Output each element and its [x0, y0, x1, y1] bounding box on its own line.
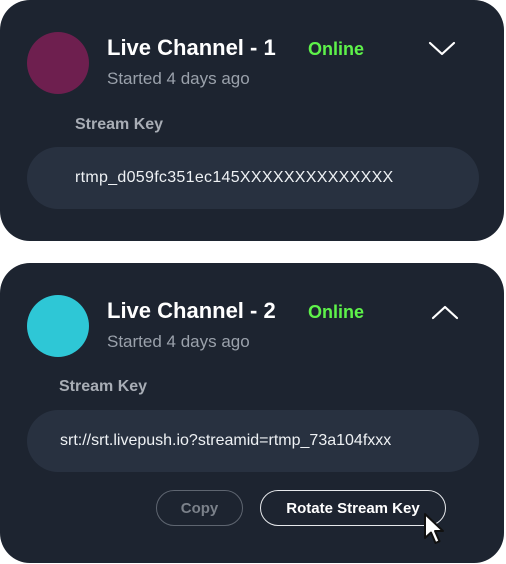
channel-started-time: Started 4 days ago	[107, 69, 250, 88]
mouse-pointer-icon	[423, 512, 447, 546]
channel-title: Live Channel - 1	[107, 35, 276, 60]
stream-key-field[interactable]: rtmp_d059fc351ec145XXXXXXXXXXXXXX	[27, 147, 479, 209]
channel-avatar	[27, 295, 89, 357]
status-badge: Online	[308, 302, 365, 322]
channel-title: Live Channel - 2	[107, 298, 276, 323]
stream-key-label: Stream Key	[59, 378, 148, 395]
chevron-down-icon[interactable]	[427, 40, 457, 58]
copy-button[interactable]: Copy	[156, 490, 243, 526]
rotate-stream-key-button[interactable]: Rotate Stream Key	[260, 490, 446, 526]
status-badge: Online	[308, 39, 365, 59]
stream-key-label: Stream Key	[75, 116, 164, 133]
channel-card-1: Live Channel - 1 Online Started 4 days a…	[0, 0, 504, 241]
channel-avatar	[27, 32, 89, 94]
chevron-up-icon[interactable]	[430, 303, 460, 321]
stream-key-field[interactable]: srt://srt.livepush.io?streamid=rtmp_73a1…	[27, 410, 479, 472]
channel-started-time: Started 4 days ago	[107, 332, 250, 351]
